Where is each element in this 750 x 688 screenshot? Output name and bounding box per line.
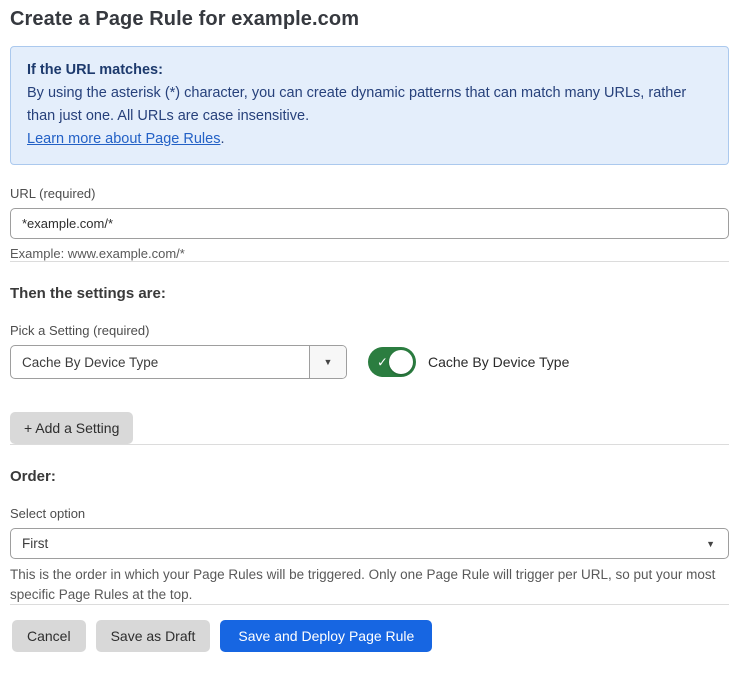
info-callout-body: By using the asterisk (*) character, you… [27, 82, 712, 128]
url-input[interactable] [10, 208, 729, 239]
save-as-draft-button[interactable]: Save as Draft [96, 620, 211, 652]
link-suffix: . [220, 131, 224, 147]
learn-more-link[interactable]: Learn more about Page Rules [27, 131, 220, 147]
order-section-heading: Order: [10, 468, 729, 485]
footer-actions: Cancel Save as Draft Save and Deploy Pag… [10, 620, 729, 652]
url-example-text: Example: www.example.com/* [10, 246, 729, 261]
setting-select[interactable]: Cache By Device Type ▼ [10, 345, 347, 379]
settings-section-heading: Then the settings are: [10, 285, 729, 302]
setting-select-value: Cache By Device Type [11, 346, 309, 378]
create-page-rule-form: Create a Page Rule for example.com If th… [0, 0, 750, 652]
info-callout-link-line: Learn more about Page Rules. [27, 128, 712, 151]
order-help-text: This is the order in which your Page Rul… [10, 565, 729, 604]
cancel-button[interactable]: Cancel [12, 620, 86, 652]
setting-row: Cache By Device Type ▼ ✓ Cache By Device… [10, 345, 729, 379]
save-and-deploy-button[interactable]: Save and Deploy Page Rule [220, 620, 432, 652]
page-title: Create a Page Rule for example.com [10, 8, 729, 31]
add-setting-button[interactable]: + Add a Setting [10, 412, 133, 444]
order-select-label: Select option [10, 506, 729, 521]
toggle-label: Cache By Device Type [428, 354, 569, 370]
url-match-info-callout: If the URL matches: By using the asteris… [10, 46, 729, 165]
chevron-down-icon: ▼ [706, 539, 715, 549]
cache-by-device-type-toggle[interactable]: ✓ [368, 347, 416, 377]
info-callout-heading: If the URL matches: [27, 59, 712, 82]
setting-select-arrow-button[interactable]: ▼ [309, 346, 346, 378]
order-select-value: First [22, 536, 48, 551]
setting-picker-label: Pick a Setting (required) [10, 323, 729, 338]
check-icon: ✓ [377, 356, 388, 369]
chevron-down-icon: ▼ [324, 357, 333, 367]
toggle-knob [389, 350, 413, 374]
divider [10, 444, 729, 445]
order-select[interactable]: First ▼ [10, 528, 729, 559]
divider [10, 604, 729, 605]
url-field-label: URL (required) [10, 186, 729, 201]
divider [10, 261, 729, 262]
